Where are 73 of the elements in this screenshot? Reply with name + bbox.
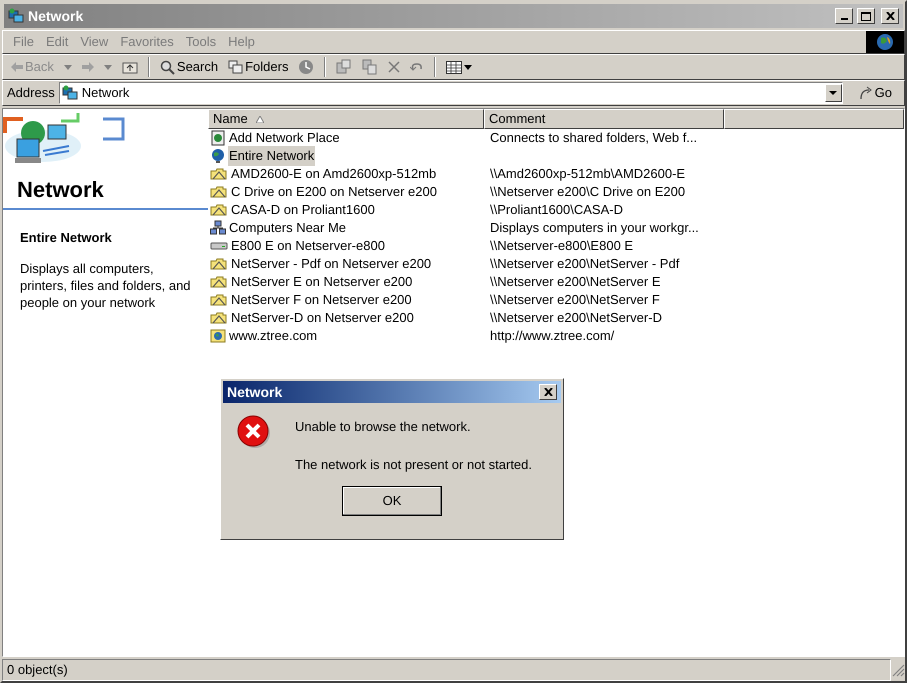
file-name[interactable]: Entire Network [228,146,316,166]
dialog-message: Unable to browse the network. [295,418,472,436]
comment-cell-text: \\Proliant1600\CASA-D [489,201,623,220]
dialog-title: Network [227,382,284,402]
dialog-close-button[interactable] [539,384,557,400]
curved-arrow-icon [858,86,873,100]
go-button[interactable]: Go [850,83,900,103]
shared-folder-icon [210,202,228,218]
web-folder-icon [210,328,226,344]
shared-folder-icon [210,274,228,290]
close-icon [544,388,552,396]
network-icon [8,8,24,24]
globe-icon [210,148,226,164]
add-place-icon [210,130,226,146]
column-header[interactable]: Name [208,109,484,129]
search-icon [160,60,175,74]
window-title: Network [28,6,84,26]
file-name[interactable]: Add Network Place [228,128,341,148]
close-icon [886,12,894,20]
file-name[interactable]: CASA-D on Proliant1600 [230,200,376,220]
comment-cell-text: \\Netserver-e800\E800 E [489,237,634,256]
shared-folder-icon [210,256,228,272]
comment-cell-text: \\Netserver e200\C Drive on E200 [489,183,686,202]
dialog-detail: The network is not present or not started. [295,456,532,474]
caret-icon [64,64,72,70]
minimize-button[interactable] [835,8,853,24]
shared-folder-icon [210,292,228,308]
file-name[interactable]: E800 E on Netserver-e800 [230,236,386,256]
caret-icon [464,64,472,70]
shared-folder-icon [210,310,228,326]
ok-button[interactable]: OK [342,486,442,516]
maximize-button[interactable] [857,8,875,24]
shared-folder-icon [210,166,228,182]
sidebar-title: Network [16,176,105,204]
shared-folder-icon [210,184,228,200]
file-name[interactable]: www.ztree.com [228,326,318,346]
computers-icon [210,220,226,236]
comment-cell-text: http://www.ztree.com/ [489,327,614,346]
column-header[interactable] [724,109,904,129]
file-name[interactable]: Computers Near Me [228,218,348,238]
comment-cell-text: Displays computers in your workgr... [489,219,699,238]
folders-button[interactable]: Folders [224,57,292,77]
file-name[interactable]: C Drive on E200 on Netserver e200 [230,182,438,202]
comment-cell-text: Connects to shared folders, Web f... [489,129,698,148]
address-dropdown-button[interactable] [824,84,842,102]
sort-ascending-icon [256,116,264,122]
back-arrow-icon [11,62,23,72]
caret-icon [829,91,838,95]
file-name[interactable]: NetServer - Pdf on Netserver e200 [230,254,432,274]
resize-grip-icon [891,663,905,677]
close-button[interactable] [881,8,899,24]
column-header[interactable]: Comment [484,109,724,129]
comment-cell-text: \\Netserver e200\NetServer E [489,273,661,292]
error-icon [237,415,271,449]
folders-icon [228,60,244,74]
sidebar-description: Displays all computers, printers, files and folders, and people on your network [19,260,192,310]
comment-cell-text: \\Amd2600xp-512mb\AMD2600-E [489,165,686,184]
status-bar: 0 object(s) [2,659,891,681]
forward-arrow-icon [82,62,94,72]
comment-cell-text: \\Netserver e200\NetServer F [489,291,660,310]
caret-icon [104,64,112,70]
network-icon [62,85,78,101]
search-button[interactable]: Search [156,57,222,77]
file-name[interactable]: AMD2600-E on Amd2600xp-512mb [230,164,438,184]
file-name[interactable]: NetServer E on Netserver e200 [230,272,414,292]
throbber-logo [866,31,904,53]
address-field[interactable]: Network [58,82,843,104]
comment-cell-text: \\Netserver e200\NetServer-D [489,309,662,328]
address-label: Address [7,84,55,102]
sidebar-item-title: Entire Network [19,229,113,247]
comment-cell-text: \\Netserver e200\NetServer - Pdf [489,255,680,274]
file-name[interactable]: NetServer-D on Netserver e200 [230,308,415,328]
file-name[interactable]: NetServer F on Netserver e200 [230,290,413,310]
